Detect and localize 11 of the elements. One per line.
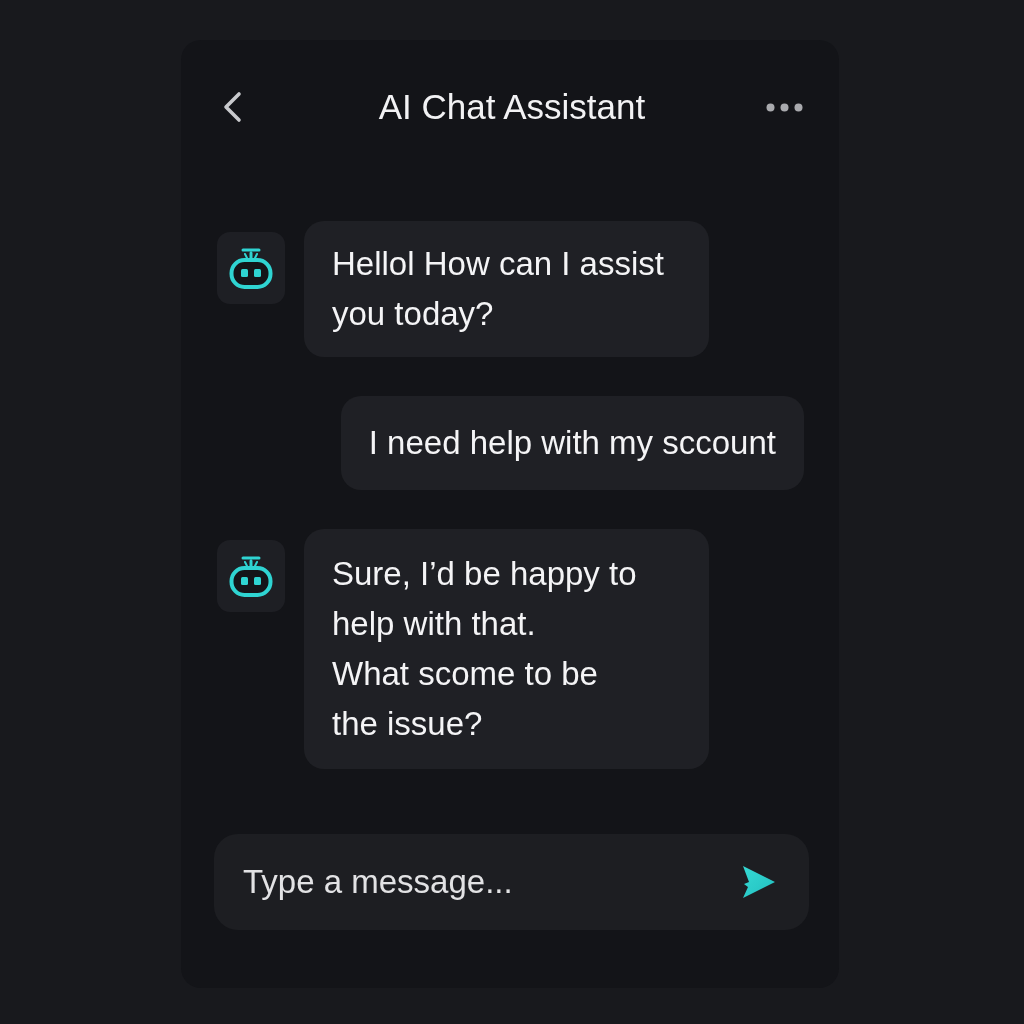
chevron-left-icon[interactable]	[221, 91, 243, 123]
message-text: Hellol How can I assist you today?	[332, 244, 665, 334]
message-input[interactable]: Type a message...	[243, 862, 730, 902]
message-text: Sure, I’d be happy to help with that. What scome to be the issue?	[332, 554, 638, 744]
robot-icon	[217, 540, 285, 612]
robot-icon	[217, 232, 285, 304]
send-icon[interactable]	[742, 865, 776, 899]
message-field[interactable]: Type a message...	[214, 834, 809, 930]
window-title: AI Chat Assistant	[378, 87, 646, 127]
ellipsis-icon[interactable]	[766, 102, 803, 112]
message-text: I need help with my sccount	[368, 423, 776, 463]
